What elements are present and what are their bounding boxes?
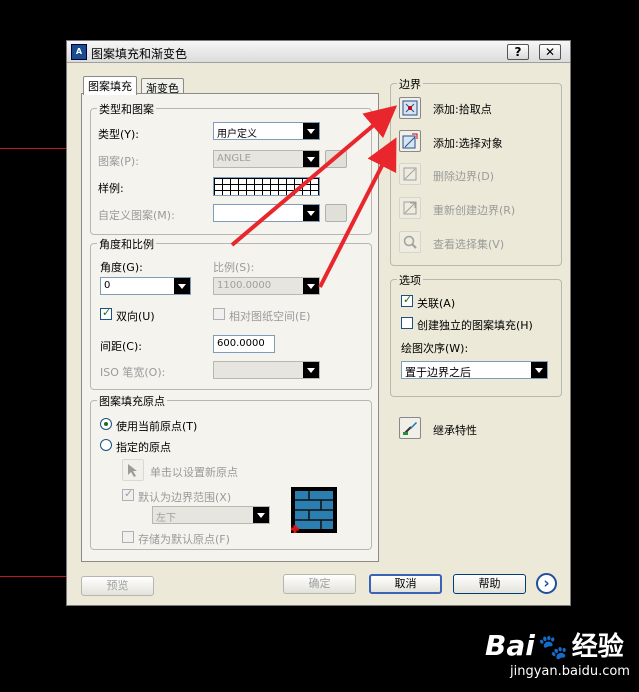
annotation-arrows	[230, 105, 398, 288]
watermark-brand-left: Bai	[485, 629, 535, 662]
arrow-to-select-objects	[318, 137, 397, 288]
baidu-watermark: Bai 🐾 经验	[485, 626, 624, 663]
tab-hatch[interactable]: 图案填充	[83, 76, 137, 95]
watermark-url: jingyan.baidu.com	[510, 664, 630, 679]
arrow-to-pick-points	[230, 105, 398, 247]
watermark-brand-right: 经验	[571, 632, 624, 662]
paw-icon: 🐾	[538, 633, 569, 661]
